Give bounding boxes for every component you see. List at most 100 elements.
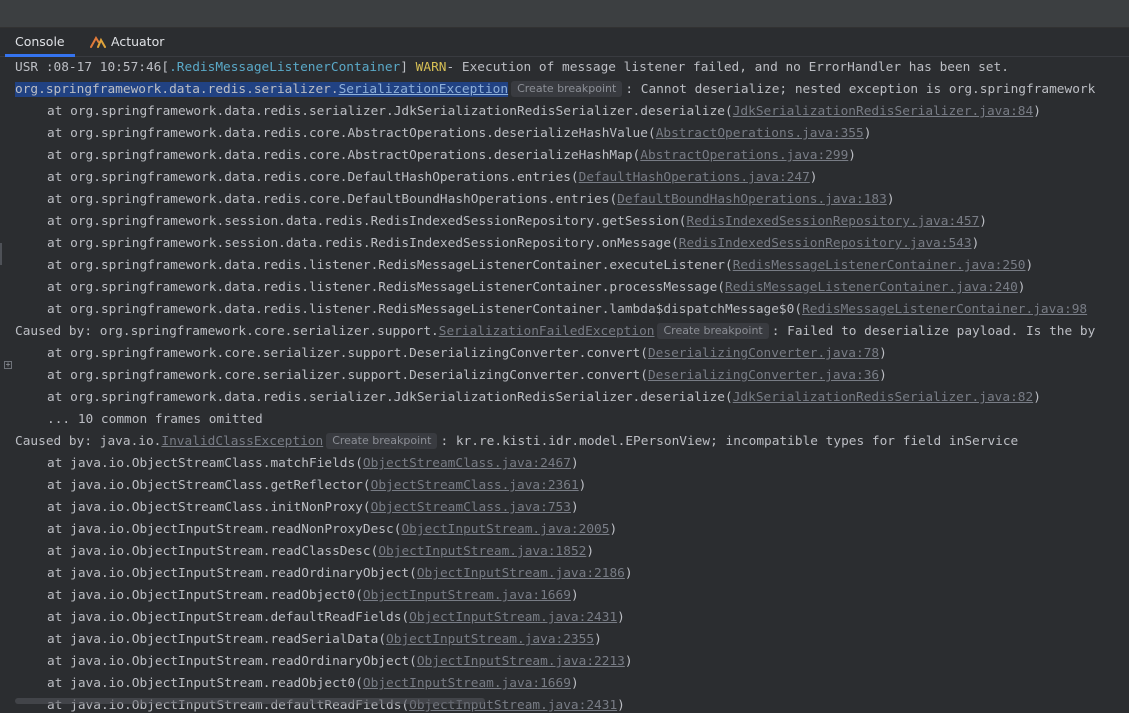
stack-frame-line: at java.io.ObjectInputStream.readOrdinar… — [47, 654, 633, 669]
stack-frame-line: at org.springframework.core.serializer.s… — [47, 346, 887, 361]
frame-method: org.springframework.core.serializer.supp… — [70, 368, 641, 383]
caused-by-line: Caused by: org.springframework.core.seri… — [15, 323, 1096, 339]
stack-frame-line: at org.springframework.data.redis.core.A… — [47, 148, 857, 163]
frame-source-link[interactable]: RedisIndexedSessionRepository.java:457 — [687, 214, 980, 229]
stack-frame-line: at org.springframework.data.redis.serial… — [47, 390, 1041, 405]
frame-method: java.io.ObjectInputStream.readClassDesc — [70, 544, 371, 559]
frame-method: java.io.ObjectInputStream.readObject0 — [70, 676, 356, 691]
frame-source-link[interactable]: DeserializingConverter.java:78 — [648, 346, 879, 361]
frame-source-link[interactable]: AbstractOperations.java:299 — [640, 148, 848, 163]
frame-source-link[interactable]: RedisIndexedSessionRepository.java:543 — [679, 236, 972, 251]
tab-actuator-label: Actuator — [111, 34, 165, 49]
frame-method: org.springframework.data.redis.core.Defa… — [70, 170, 571, 185]
frame-method: java.io.ObjectInputStream.readNonProxyDe… — [70, 522, 394, 537]
tool-window-tabs: Console Actuator — [0, 28, 1129, 57]
frame-source-link[interactable]: RedisMessageListenerContainer.java:240 — [725, 280, 1018, 295]
log-header-line: USR :08-17 10:57:46[.RedisMessageListene… — [15, 60, 1009, 75]
create-breakpoint-button[interactable]: Create breakpoint — [326, 433, 438, 449]
frame-method: org.springframework.session.data.redis.R… — [70, 214, 679, 229]
omitted-frames-line: ... 10 common frames omitted — [47, 412, 263, 427]
frame-method: java.io.ObjectStreamClass.initNonProxy — [70, 500, 363, 515]
gutter-marker — [0, 243, 2, 265]
frame-method: java.io.ObjectStreamClass.getReflector — [70, 478, 363, 493]
frame-source-link[interactable]: JdkSerializationRedisSerializer.java:82 — [733, 390, 1033, 405]
stack-frame-line: at org.springframework.core.serializer.s… — [47, 368, 887, 383]
stack-frames-group-1: at org.springframework.data.redis.serial… — [15, 101, 1129, 321]
console-gutter: + — [0, 57, 12, 713]
stack-frame-line: at org.springframework.data.redis.core.D… — [47, 170, 818, 185]
caused-by-line: Caused by: java.io.InvalidClassException… — [15, 433, 1019, 449]
frame-method: org.springframework.core.serializer.supp… — [70, 346, 641, 361]
frame-method: org.springframework.data.redis.listener.… — [70, 258, 725, 273]
frame-source-link[interactable]: DefaultBoundHashOperations.java:183 — [617, 192, 887, 207]
frame-source-link[interactable]: ObjectInputStream.java:1669 — [363, 588, 571, 603]
stack-frames-group-2: at org.springframework.core.serializer.s… — [15, 343, 1129, 409]
frame-method: java.io.ObjectStreamClass.matchFields — [70, 456, 356, 471]
stack-frames-group-3: at java.io.ObjectStreamClass.matchFields… — [15, 453, 1129, 713]
log-timestamp: USR :08-17 10:57:46[ — [15, 60, 170, 75]
frame-source-link[interactable]: ObjectInputStream.java:2186 — [417, 566, 625, 581]
create-breakpoint-button[interactable]: Create breakpoint — [511, 81, 623, 97]
log-thread: .RedisMessageListenerContainer — [169, 60, 401, 75]
stack-frame-line: at org.springframework.data.redis.listen… — [47, 302, 1088, 317]
stack-frame-line: at java.io.ObjectInputStream.readOrdinar… — [47, 566, 633, 581]
frame-source-link[interactable]: RedisMessageListenerContainer.java:250 — [733, 258, 1026, 273]
frame-method: org.springframework.data.redis.serialize… — [70, 104, 725, 119]
stack-frame-line: at java.io.ObjectInputStream.readObject0… — [47, 676, 579, 691]
frame-source-link[interactable]: ObjectStreamClass.java:753 — [371, 500, 571, 515]
exception-class-link[interactable]: InvalidClassException — [161, 434, 323, 449]
actuator-icon — [90, 36, 106, 48]
frame-source-link[interactable]: ObjectStreamClass.java:2467 — [363, 456, 571, 471]
frame-method: org.springframework.session.data.redis.R… — [70, 236, 672, 251]
log-message: - Execution of message listener failed, … — [446, 60, 1009, 75]
window-top-bar — [0, 0, 1129, 28]
frame-method: org.springframework.data.redis.serialize… — [70, 390, 725, 405]
frame-source-link[interactable]: ObjectStreamClass.java:2361 — [371, 478, 579, 493]
log-level: WARN — [415, 60, 447, 75]
stack-frame-line: at org.springframework.data.redis.serial… — [47, 104, 1041, 119]
frame-method: java.io.ObjectInputStream.readOrdinaryOb… — [70, 566, 410, 581]
stack-frame-line: at java.io.ObjectInputStream.readNonProx… — [47, 522, 618, 537]
frame-source-link[interactable]: ObjectInputStream.java:1852 — [378, 544, 586, 559]
frame-method: org.springframework.data.redis.core.Abst… — [70, 126, 648, 141]
tab-actuator[interactable]: Actuator — [80, 28, 174, 56]
stack-frame-line: at org.springframework.data.redis.listen… — [47, 280, 1026, 295]
frame-source-link[interactable]: ObjectInputStream.java:2431 — [409, 610, 617, 625]
stack-frame-line: at java.io.ObjectStreamClass.matchFields… — [47, 456, 579, 471]
frame-method: java.io.ObjectInputStream.readOrdinaryOb… — [70, 654, 410, 669]
stack-frame-line: at org.springframework.data.redis.core.A… — [47, 126, 872, 141]
frame-source-link[interactable]: DefaultHashOperations.java:247 — [579, 170, 810, 185]
frame-method: org.springframework.data.redis.core.Abst… — [70, 148, 633, 163]
frame-method: org.springframework.data.redis.listener.… — [70, 280, 718, 295]
frame-source-link[interactable]: AbstractOperations.java:355 — [656, 126, 864, 141]
create-breakpoint-button[interactable]: Create breakpoint — [657, 323, 769, 339]
tab-console[interactable]: Console — [5, 28, 75, 57]
exception-line: org.springframework.data.redis.serialize… — [15, 81, 1096, 97]
frame-source-link[interactable]: ObjectInputStream.java:2355 — [386, 632, 594, 647]
stack-frame-line: at org.springframework.session.data.redi… — [47, 236, 980, 251]
exception-class-link[interactable]: SerializationFailedException — [439, 324, 655, 339]
stack-frame-line: at org.springframework.data.redis.listen… — [47, 258, 1034, 273]
frame-method: org.springframework.data.redis.listener.… — [70, 302, 795, 317]
frame-method: java.io.ObjectInputStream.defaultReadFie… — [70, 610, 402, 625]
stack-frame-line: at java.io.ObjectStreamClass.getReflecto… — [47, 478, 587, 493]
frame-source-link[interactable]: DeserializingConverter.java:36 — [648, 368, 879, 383]
stack-frame-line: at java.io.ObjectInputStream.readClassDe… — [47, 544, 595, 559]
stack-frame-line: at java.io.ObjectStreamClass.initNonProx… — [47, 500, 579, 515]
frame-method: org.springframework.data.redis.core.Defa… — [70, 192, 610, 207]
frame-source-link[interactable]: ObjectInputStream.java:2005 — [401, 522, 609, 537]
exception-class-link[interactable]: SerializationException — [339, 82, 509, 97]
tab-console-label: Console — [15, 34, 65, 49]
frame-method: java.io.ObjectInputStream.readSerialData — [70, 632, 379, 647]
frame-source-link[interactable]: JdkSerializationRedisSerializer.java:84 — [733, 104, 1033, 119]
frame-method: java.io.ObjectInputStream.readObject0 — [70, 588, 356, 603]
stack-frame-line: at org.springframework.data.redis.core.D… — [47, 192, 895, 207]
frame-source-link[interactable]: ObjectInputStream.java:2213 — [417, 654, 625, 669]
console-output[interactable]: USR :08-17 10:57:46[.RedisMessageListene… — [15, 57, 1129, 713]
frame-source-link[interactable]: ObjectInputStream.java:1669 — [363, 676, 571, 691]
horizontal-scrollbar[interactable] — [15, 698, 485, 704]
expand-fold-icon[interactable]: + — [4, 361, 12, 369]
stack-frame-line: at org.springframework.session.data.redi… — [47, 214, 987, 229]
stack-frame-line: at java.io.ObjectInputStream.defaultRead… — [47, 610, 625, 625]
frame-source-link[interactable]: RedisMessageListenerContainer.java:98 — [802, 302, 1087, 317]
